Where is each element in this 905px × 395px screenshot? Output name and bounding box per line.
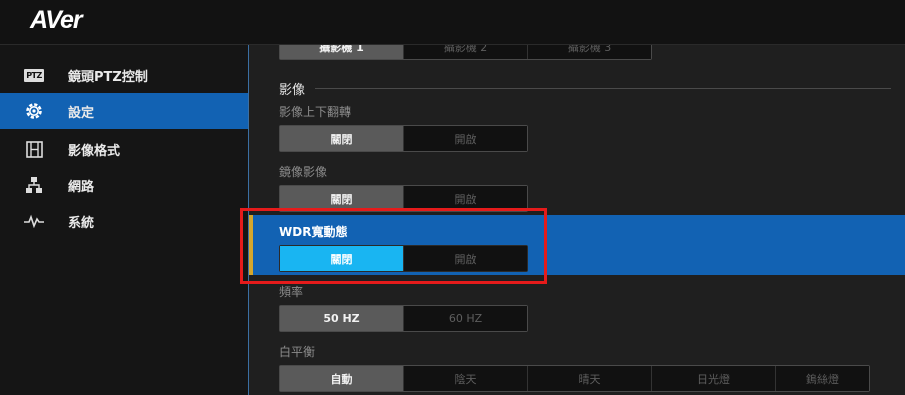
- sidebar-item-label: 鏡頭PTZ控制: [68, 69, 148, 85]
- section-divider: [315, 88, 891, 89]
- gear-icon: [22, 99, 46, 123]
- wb-tungsten-option[interactable]: 鎢絲燈: [776, 366, 869, 391]
- flip-on-option[interactable]: 開啟: [404, 126, 527, 151]
- flip-label: 影像上下翻轉: [279, 105, 352, 119]
- frequency-label: 頻率: [279, 285, 304, 299]
- section-title: 影像: [279, 83, 306, 98]
- camera-tab-3[interactable]: 攝影機 3: [528, 45, 651, 59]
- camera-tab-1[interactable]: 攝影機 1: [280, 45, 404, 59]
- flip-toggle: 關閉 開啟: [279, 125, 528, 152]
- sidebar-item-label: 影像格式: [68, 143, 121, 159]
- wb-fluorescent-option[interactable]: 日光燈: [652, 366, 776, 391]
- flip-off-option[interactable]: 關閉: [280, 126, 404, 151]
- sidebar-item-network[interactable]: 網路: [0, 167, 248, 203]
- pulse-icon: [22, 209, 46, 233]
- sidebar-item-label: 網路: [68, 179, 95, 195]
- ptz-icon: PTZ: [24, 68, 44, 82]
- white-balance-label: 白平衡: [279, 345, 316, 359]
- camera-tab-2[interactable]: 攝影機 2: [404, 45, 528, 59]
- wb-sunny-option[interactable]: 晴天: [528, 366, 652, 391]
- wb-auto-option[interactable]: 自動: [280, 366, 404, 391]
- white-balance-selector: 自動 陰天 晴天 日光燈 鎢絲燈: [279, 365, 870, 392]
- network-icon: [22, 173, 46, 197]
- mirror-label: 鏡像影像: [279, 165, 328, 179]
- frequency-toggle: 50 HZ 60 HZ: [279, 305, 528, 332]
- top-bar: AVer: [0, 0, 905, 45]
- sidebar-item-system[interactable]: 系統: [0, 203, 248, 239]
- wb-cloudy-option[interactable]: 陰天: [404, 366, 528, 391]
- sidebar-item-ptz[interactable]: PTZ 鏡頭PTZ控制: [0, 57, 248, 93]
- frequency-50hz-option[interactable]: 50 HZ: [280, 306, 404, 331]
- camera-selector: 攝影機 1 攝影機 2 攝影機 3: [279, 45, 652, 60]
- sidebar-item-video-format[interactable]: 影像格式: [0, 131, 248, 167]
- sidebar-item-settings[interactable]: 設定: [0, 93, 248, 129]
- highlight-annotation-box: [240, 208, 547, 284]
- frequency-60hz-option[interactable]: 60 HZ: [404, 306, 527, 331]
- film-icon: [22, 137, 46, 161]
- aver-logo: AVer: [30, 6, 83, 34]
- sidebar: PTZ 鏡頭PTZ控制 設定 影像格式 網路 系統: [0, 45, 249, 395]
- sidebar-item-label: 系統: [68, 215, 95, 231]
- sidebar-item-label: 設定: [68, 105, 95, 121]
